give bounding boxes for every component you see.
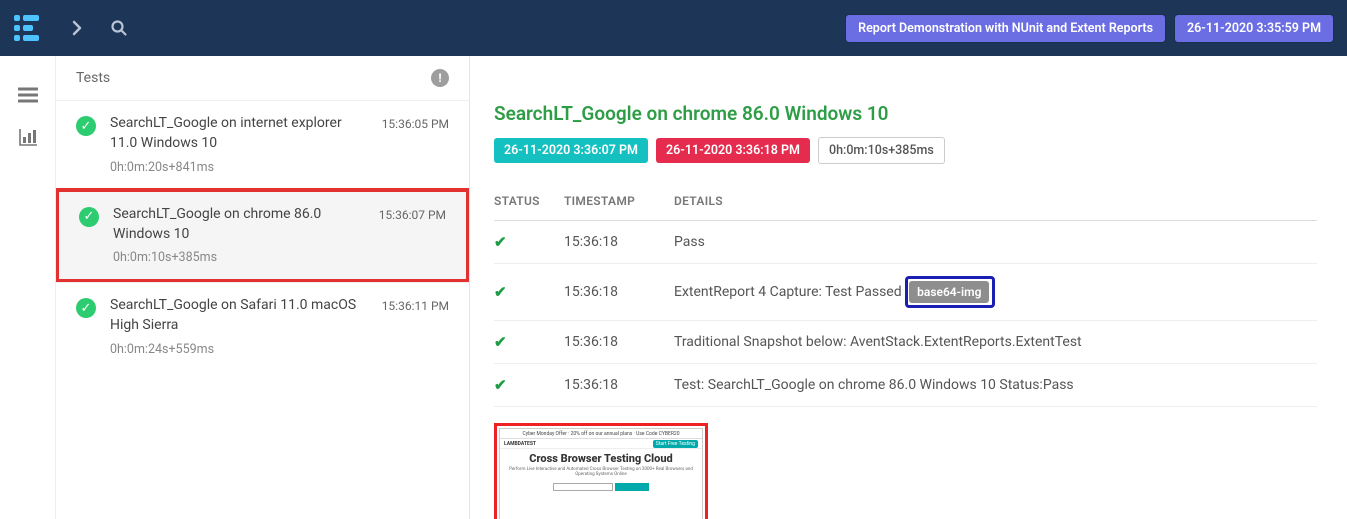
- log-detail: ExtentReport 4 Capture: Test Passed base…: [674, 264, 1317, 321]
- snapshot-button: [615, 483, 649, 491]
- pill-row: 26-11-2020 3:36:07 PM 26-11-2020 3:36:18…: [494, 137, 1317, 164]
- test-time: 15:36:05 PM: [382, 113, 449, 131]
- snapshot-thumbnail[interactable]: Cyber Monday Offer · 20% off on our annu…: [494, 423, 708, 519]
- log-ts: 15:36:18: [564, 264, 674, 321]
- snapshot-form: [553, 483, 649, 491]
- base64-img-chip[interactable]: base64-img: [909, 281, 989, 303]
- header-left: [14, 15, 131, 41]
- tests-panel-header: Tests !: [56, 56, 469, 100]
- tests-panel-title: Tests: [76, 70, 110, 86]
- test-item-2[interactable]: ✓ SearchLT_Google on Safari 11.0 macOS H…: [56, 282, 469, 371]
- chevron-right-icon[interactable]: [65, 16, 89, 40]
- search-icon[interactable]: [107, 16, 131, 40]
- info-icon[interactable]: !: [431, 69, 449, 87]
- logo-icon[interactable]: [14, 15, 39, 41]
- test-duration: 0h:0m:10s+385ms: [113, 250, 365, 265]
- clock-badge: 26-11-2020 3:35:59 PM: [1175, 15, 1333, 42]
- test-name: SearchLT_Google on chrome 86.0 Windows 1…: [113, 204, 365, 245]
- app-header: Report Demonstration with NUnit and Exte…: [0, 0, 1347, 56]
- start-time-pill: 26-11-2020 3:36:07 PM: [494, 138, 648, 163]
- check-icon: ✔: [494, 233, 507, 251]
- test-duration: 0h:0m:20s+841ms: [110, 160, 368, 175]
- end-time-pill: 26-11-2020 3:36:18 PM: [656, 138, 810, 163]
- header-right: Report Demonstration with NUnit and Exte…: [846, 15, 1333, 42]
- log-row: ✔ 15:36:18 Traditional Snapshot below: A…: [494, 321, 1317, 364]
- test-time: 15:36:11 PM: [382, 295, 449, 313]
- snapshot-inner: Cyber Monday Offer · 20% off on our annu…: [499, 428, 703, 519]
- check-icon: ✔: [494, 283, 507, 301]
- snapshot-main: Cross Browser Testing Cloud Perform Live…: [500, 449, 702, 519]
- snapshot-nav-cta: Start Free Testing: [653, 440, 698, 448]
- snapshot-sub: Perform Live Interactive and Automated C…: [500, 467, 702, 478]
- status-pass-icon: ✓: [76, 298, 96, 318]
- detail-title: SearchLT_Google on chrome 86.0 Windows 1…: [494, 102, 1317, 125]
- log-row: ✔ 15:36:18 ExtentReport 4 Capture: Test …: [494, 264, 1317, 321]
- log-table: STATUS TIMESTAMP DETAILS ✔ 15:36:18 Pass…: [494, 194, 1317, 407]
- log-detail: Pass: [674, 221, 1317, 264]
- left-rail: [0, 56, 56, 519]
- test-time: 15:36:07 PM: [379, 204, 446, 222]
- test-item-1[interactable]: ✓ SearchLT_Google on chrome 86.0 Windows…: [56, 188, 470, 284]
- log-detail: Traditional Snapshot below: AventStack.E…: [674, 321, 1317, 364]
- list-view-icon[interactable]: [17, 84, 39, 106]
- log-ts: 15:36:18: [564, 221, 674, 264]
- col-timestamp: TIMESTAMP: [564, 194, 674, 221]
- log-ts: 15:36:18: [564, 364, 674, 407]
- status-pass-icon: ✓: [79, 207, 99, 227]
- log-detail: Test: SearchLT_Google on chrome 86.0 Win…: [674, 364, 1317, 407]
- col-status: STATUS: [494, 194, 564, 221]
- status-pass-icon: ✓: [76, 116, 96, 136]
- tests-panel: Tests ! ✓ SearchLT_Google on internet ex…: [56, 56, 470, 519]
- test-duration: 0h:0m:24s+559ms: [110, 342, 368, 357]
- base64-img-highlight: base64-img: [905, 276, 995, 308]
- test-item-0[interactable]: ✓ SearchLT_Google on internet explorer 1…: [56, 100, 469, 189]
- snapshot-input: [553, 483, 613, 491]
- check-icon: ✔: [494, 333, 507, 351]
- snapshot-brand: LAMBDATEST: [504, 441, 536, 447]
- test-name: SearchLT_Google on internet explorer 11.…: [110, 113, 368, 154]
- snapshot-headline: Cross Browser Testing Cloud: [529, 453, 672, 465]
- log-row: ✔ 15:36:18 Test: SearchLT_Google on chro…: [494, 364, 1317, 407]
- chart-view-icon[interactable]: [17, 126, 39, 148]
- report-title-badge: Report Demonstration with NUnit and Exte…: [846, 15, 1165, 42]
- test-name: SearchLT_Google on Safari 11.0 macOS Hig…: [110, 295, 368, 336]
- detail-panel: SearchLT_Google on chrome 86.0 Windows 1…: [470, 56, 1347, 519]
- col-details: DETAILS: [674, 194, 1317, 221]
- duration-pill: 0h:0m:10s+385ms: [818, 137, 945, 164]
- snapshot-nav: LAMBDATEST Start Free Testing: [500, 439, 702, 449]
- log-ts: 15:36:18: [564, 321, 674, 364]
- log-detail-text: ExtentReport 4 Capture: Test Passed: [674, 284, 902, 300]
- check-icon: ✔: [494, 376, 507, 394]
- log-row: ✔ 15:36:18 Pass: [494, 221, 1317, 264]
- snapshot-topbar: Cyber Monday Offer · 20% off on our annu…: [500, 429, 702, 439]
